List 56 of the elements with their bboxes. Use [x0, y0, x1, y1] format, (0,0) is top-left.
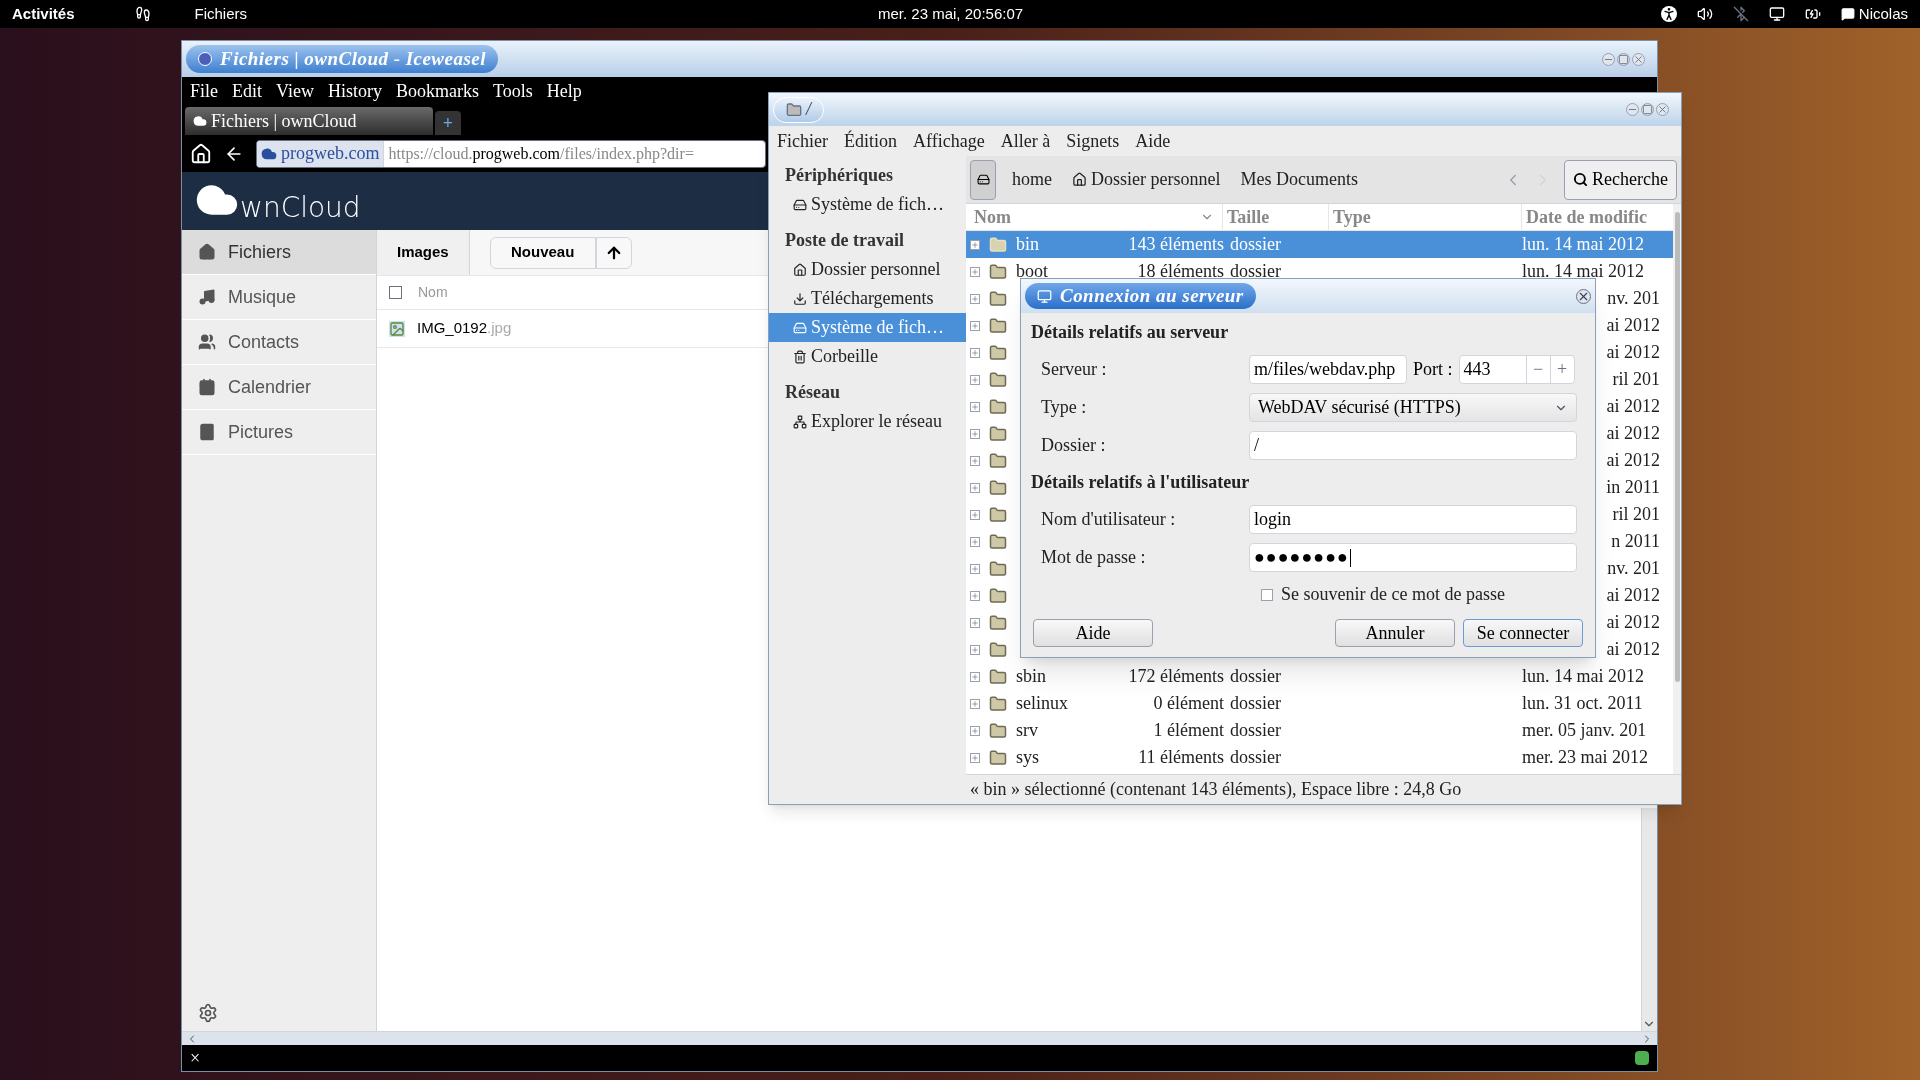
- field-label: Port :: [1412, 358, 1454, 381]
- sidebar-heading: Périphériques: [784, 163, 894, 187]
- sidebar-heading: Réseau: [784, 380, 841, 404]
- date-cell-text: ai 2012: [1606, 395, 1660, 418]
- field-label: Dossier :: [1040, 434, 1107, 457]
- date-cell-text: nv. 201: [1607, 557, 1660, 580]
- field-label: Type :: [1040, 396, 1088, 419]
- type-cell-text: dossier: [1229, 233, 1282, 256]
- url-text: https://cloud.progweb.com/files/index.php?dir=: [387, 143, 695, 165]
- date-cell-text: ai 2012: [1606, 449, 1660, 472]
- size-cell-text: 172 éléments: [1128, 665, 1224, 688]
- type-cell-text: dossier: [1229, 746, 1282, 769]
- file-name: bin: [1016, 233, 1039, 256]
- logo-text: wnCloud: [240, 194, 361, 222]
- date-cell-text: ai 2012: [1606, 422, 1660, 445]
- field-label: Nom d'utilisateur :: [1040, 508, 1177, 531]
- status-text: « bin » sélectionné (contenant 143 éléments), Espace libre : 24,8 Go: [970, 778, 1462, 801]
- size-cell-text: 143 éléments: [1128, 233, 1224, 256]
- date-cell-text: mer. 05 janv. 201: [1522, 719, 1648, 742]
- type-cell-text: dossier: [1229, 692, 1282, 715]
- date-cell-text: mer. 23 mai 2012: [1522, 746, 1649, 769]
- date-cell-text: lun. 31 oct. 2011: [1522, 692, 1644, 715]
- size-cell-text: 0 élément: [1152, 692, 1224, 715]
- checkbox-label: Se souvenir de ce mot de passe: [1281, 583, 1505, 606]
- sidebar-heading: Poste de travail: [784, 228, 905, 252]
- size-cell-text: 11 éléments: [1137, 746, 1224, 769]
- date-cell-text: n 2011: [1611, 530, 1660, 553]
- date-cell-text: in 2011: [1606, 476, 1660, 499]
- date-cell-text: ai 2012: [1606, 314, 1660, 337]
- date-cell-text: ai 2012: [1606, 584, 1660, 607]
- dialog-title: Connexion au serveur: [1025, 283, 1256, 309]
- section-heading: Détails relatifs à l'utilisateur: [1031, 471, 1251, 494]
- date-cell-text: lun. 14 mai 2012: [1522, 665, 1645, 688]
- file-name: boot: [1016, 260, 1048, 283]
- window-title: /: [773, 96, 824, 123]
- date-cell-text: ril 201: [1612, 368, 1660, 391]
- type-cell-text: dossier: [1229, 260, 1282, 283]
- field-label: Serveur :: [1040, 358, 1108, 381]
- file-name: sbin: [1016, 665, 1046, 688]
- type-cell-text: dossier: [1229, 719, 1282, 742]
- file-name: selinux: [1016, 692, 1068, 715]
- date-cell-text: lun. 14 mai 2012: [1522, 233, 1645, 256]
- date-cell-text: ril 201: [1612, 503, 1660, 526]
- size-cell-text: 1 élément: [1152, 719, 1224, 742]
- field-label: Mot de passe :: [1040, 546, 1147, 569]
- size-cell-text: 18 éléments: [1136, 260, 1224, 283]
- type-cell-text: dossier: [1229, 665, 1282, 688]
- date-cell-text: ai 2012: [1606, 638, 1660, 661]
- file-name: srv: [1016, 719, 1038, 742]
- date-cell-text: nv. 201: [1607, 287, 1660, 310]
- date-cell-text: ai 2012: [1606, 341, 1660, 364]
- date-cell-text: lun. 14 mai 2012: [1522, 260, 1645, 283]
- section-heading: Détails relatifs au serveur: [1031, 321, 1230, 344]
- date-cell-text: ai 2012: [1606, 611, 1660, 634]
- file-name: sys: [1016, 746, 1039, 769]
- window-title: Fichiers | ownCloud - Iceweasel: [186, 45, 498, 73]
